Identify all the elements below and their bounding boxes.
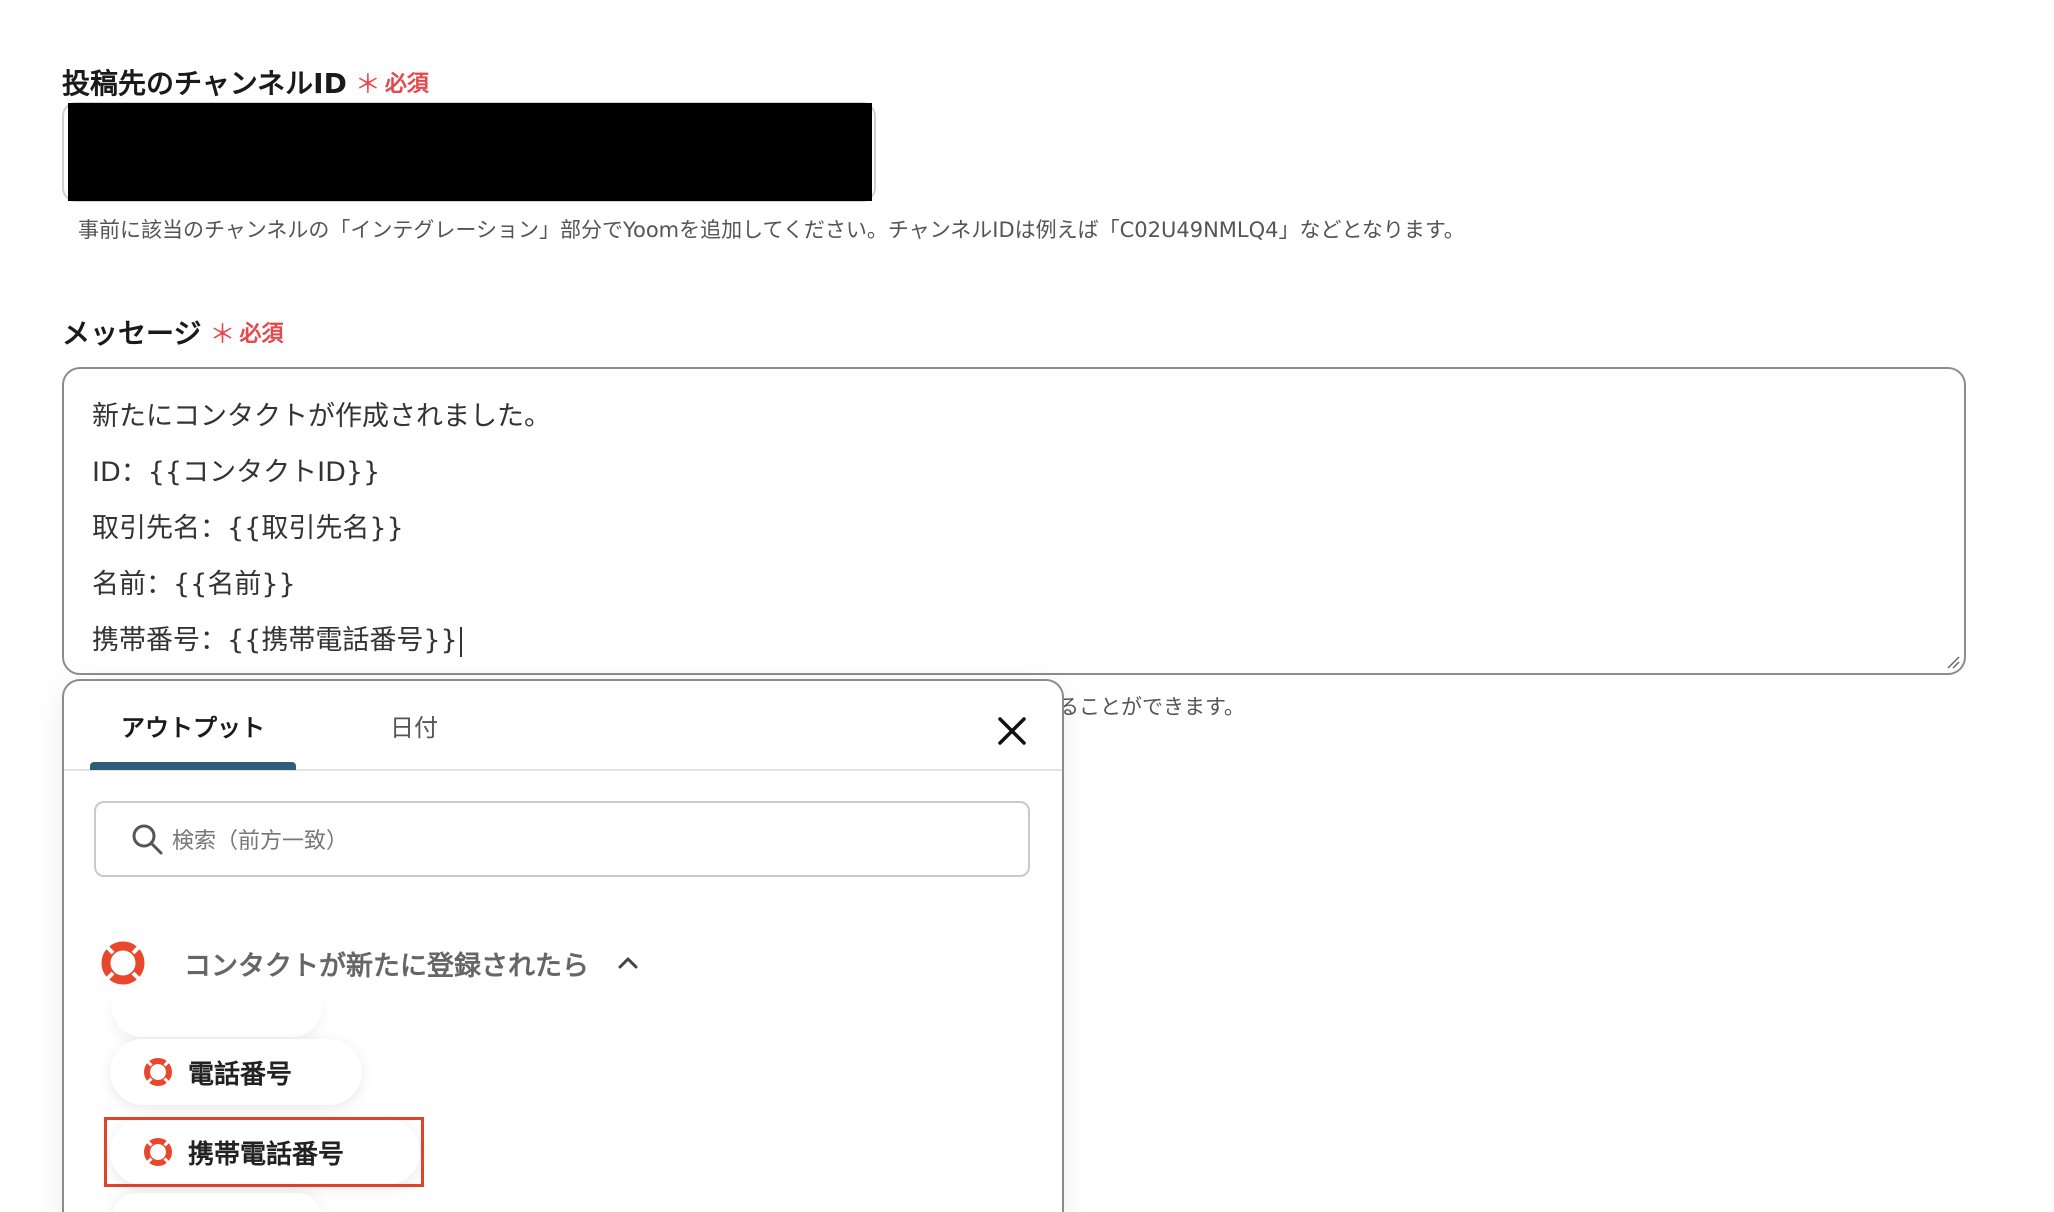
output-chip-mobile-phone[interactable]: 携帯電話番号 <box>110 1119 420 1185</box>
message-line: 新たにコンタクトが作成されました。 <box>92 401 551 432</box>
message-line: 携帯番号：{{携帯電話番号}} <box>92 625 458 656</box>
output-chip-phone[interactable]: 電話番号 <box>110 1039 362 1105</box>
lifebuoy-logo-icon <box>144 1058 172 1086</box>
required-asterisk: ＊ <box>354 69 381 100</box>
message-textarea[interactable]: 新たにコンタクトが作成されました。 ID：{{コンタクトID}} 取引先名：{{… <box>62 367 1966 675</box>
chevron-up-icon[interactable] <box>615 950 641 976</box>
message-label-text: メッセージ <box>62 317 202 350</box>
search-placeholder: 検索（前方一致） <box>172 829 349 854</box>
tab-date[interactable]: 日付 <box>354 681 474 769</box>
message-help: ることができます。 <box>1058 695 1245 719</box>
text-caret <box>459 626 462 657</box>
required-badge: 必須 <box>384 72 429 97</box>
lifebuoy-logo-icon <box>144 1138 172 1166</box>
message-line-last: 携帯番号：{{携帯電話番号}} <box>92 613 1936 669</box>
output-group-title: コンタクトが新たに登録されたら <box>184 950 589 982</box>
form-page: 投稿先のチャンネルID ＊ 必須 事前に該当のチャンネルの「インテグレーション」… <box>0 0 2054 1212</box>
tab-bar: アウトプット 日付 <box>64 681 1062 771</box>
active-tab-indicator <box>90 762 296 770</box>
tab-output[interactable]: アウトプット <box>90 681 296 769</box>
message-line: ID：{{コンタクトID}} <box>92 457 381 488</box>
close-icon[interactable] <box>994 713 1030 749</box>
message-line: 名前：{{名前}} <box>92 569 296 600</box>
channel-id-help: 事前に該当のチャンネルの「インテグレーション」部分でYoomを追加してください。… <box>78 218 1465 242</box>
search-input[interactable]: 検索（前方一致） <box>94 801 1030 877</box>
output-chip-label: 携帯電話番号 <box>188 1139 345 1170</box>
output-chip-partial <box>112 1193 322 1212</box>
resize-grip-icon[interactable] <box>1946 655 1960 669</box>
output-group-header[interactable]: コンタクトが新たに登録されたら <box>98 937 641 989</box>
search-icon <box>132 824 163 855</box>
message-line: 取引先名：{{取引先名}} <box>92 513 404 544</box>
required-badge: 必須 <box>239 322 284 347</box>
required-asterisk: ＊ <box>209 319 236 350</box>
lifebuoy-logo-icon <box>101 941 145 985</box>
output-chip-partial <box>112 997 322 1037</box>
output-chip-label: 電話番号 <box>188 1059 293 1090</box>
channel-id-label: 投稿先のチャンネルID ＊ 必須 <box>62 62 429 102</box>
channel-id-label-text: 投稿先のチャンネルID <box>62 67 347 100</box>
redacted-value <box>68 103 872 201</box>
output-picker-popover: アウトプット 日付 検索（前方一致） コンタクトが新たに登録されたら 電話番号 … <box>62 679 1064 1212</box>
message-label: メッセージ ＊ 必須 <box>62 312 283 352</box>
